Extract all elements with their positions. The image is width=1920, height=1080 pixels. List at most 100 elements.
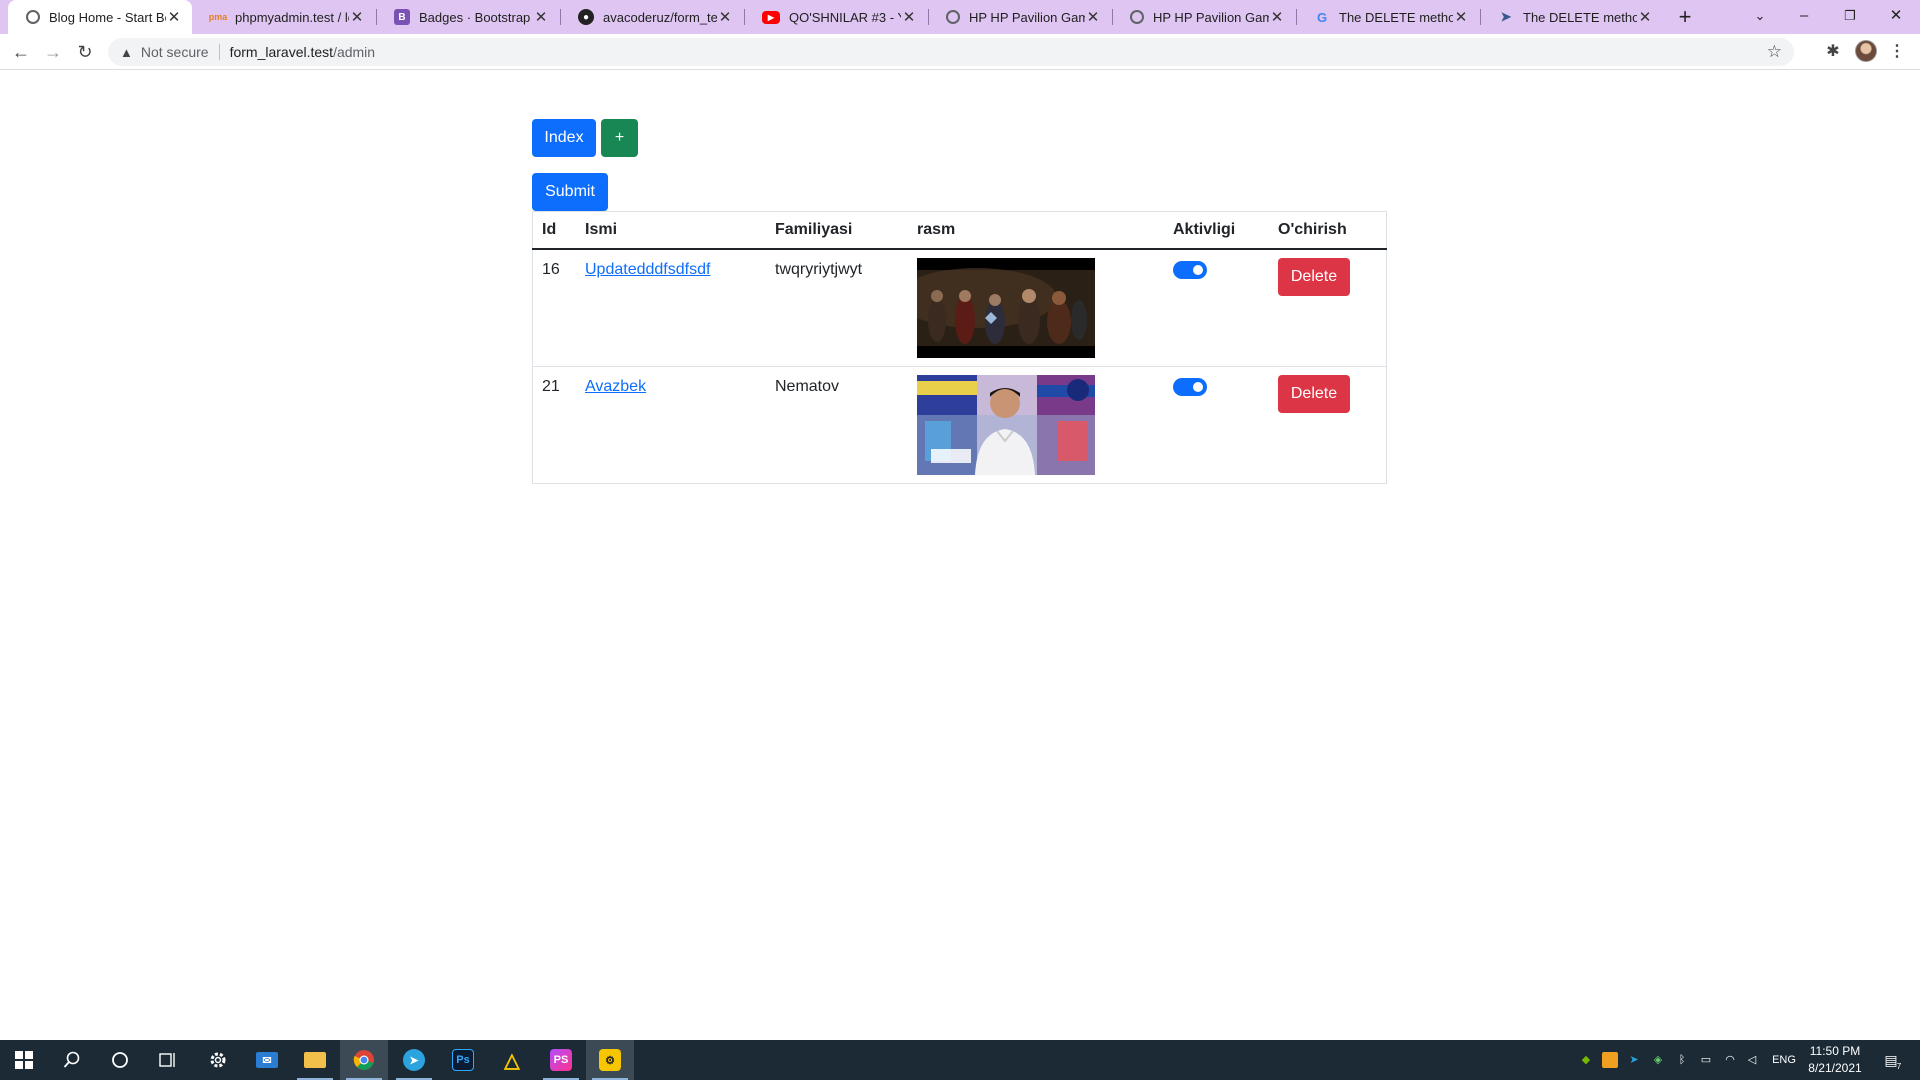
tab-title: HP HP Pavilion Gamin bbox=[1153, 9, 1269, 25]
tab-bootstrap-badges[interactable]: B Badges · Bootstrap v5. ✕ bbox=[376, 0, 559, 34]
close-tab-icon[interactable]: ✕ bbox=[1269, 8, 1285, 26]
bootstrap-icon: B bbox=[394, 9, 410, 25]
browser-toolbar: ← → ↻ ▲ Not secure form_laravel.test /ad… bbox=[0, 34, 1920, 70]
close-tab-icon[interactable]: ✕ bbox=[349, 8, 365, 26]
system-clock[interactable]: 11:50 PM 8/21/2021 bbox=[1800, 1043, 1870, 1077]
openserver-icon[interactable]: ⚙ bbox=[586, 1040, 634, 1080]
cell-id: 21 bbox=[542, 378, 560, 395]
index-button[interactable]: Index bbox=[532, 119, 596, 157]
movie-still-image bbox=[917, 258, 1095, 358]
close-tab-icon[interactable]: ✕ bbox=[533, 8, 549, 26]
forward-icon[interactable]: → bbox=[41, 40, 65, 64]
tab-blog-home[interactable]: Blog Home - Start Boo ✕ bbox=[8, 0, 192, 34]
close-tab-icon[interactable]: ✕ bbox=[1637, 8, 1653, 26]
cortana-icon[interactable] bbox=[96, 1040, 144, 1080]
cell-familiyasi: twqryriytjwyt bbox=[775, 261, 863, 278]
network-app-icon[interactable]: ◈ bbox=[1650, 1052, 1666, 1068]
url-host[interactable]: form_laravel.test bbox=[230, 44, 333, 60]
menu-icon[interactable]: ⋮ bbox=[1886, 41, 1908, 63]
avatar[interactable] bbox=[1855, 40, 1877, 62]
active-toggle[interactable] bbox=[1173, 378, 1207, 396]
globe-icon bbox=[946, 10, 960, 24]
new-tab-icon[interactable]: + bbox=[1671, 3, 1699, 31]
submit-button[interactable]: Submit bbox=[532, 173, 608, 211]
tab-title: The DELETE method is bbox=[1339, 9, 1453, 25]
tab-title: Blog Home - Start Boo bbox=[49, 9, 166, 25]
tab-google-delete[interactable]: G The DELETE method is ✕ bbox=[1296, 0, 1479, 34]
volume-icon[interactable]: ◁ bbox=[1744, 1052, 1760, 1068]
portrait-graphic bbox=[917, 375, 1095, 475]
name-link[interactable]: Updatedddfsdfsdf bbox=[585, 260, 710, 280]
column-header-id: Id bbox=[542, 221, 557, 238]
url-path[interactable]: /admin bbox=[333, 44, 375, 60]
send-icon: ➤ bbox=[1500, 9, 1512, 24]
chrome-icon[interactable] bbox=[340, 1040, 388, 1080]
bookmark-star-icon[interactable]: ☆ bbox=[1767, 42, 1782, 62]
name-link[interactable]: Avazbek bbox=[585, 377, 646, 397]
globe-icon bbox=[26, 10, 40, 24]
delete-button[interactable]: Delete bbox=[1278, 375, 1350, 413]
close-window-icon[interactable]: ✕ bbox=[1874, 0, 1918, 34]
file-explorer-icon[interactable] bbox=[291, 1040, 339, 1080]
tab-title: avacoderuz/form_test bbox=[603, 9, 717, 25]
column-header-ochirish: O'chirish bbox=[1278, 221, 1347, 238]
column-header-ismi: Ismi bbox=[585, 221, 618, 238]
search-icon[interactable] bbox=[48, 1040, 96, 1080]
row-divider bbox=[532, 366, 1387, 367]
close-tab-icon[interactable]: ✕ bbox=[166, 8, 182, 26]
close-tab-icon[interactable]: ✕ bbox=[1453, 8, 1469, 26]
nvidia-icon[interactable]: ◆ bbox=[1578, 1052, 1594, 1068]
language-indicator[interactable]: ENG bbox=[1772, 1052, 1796, 1068]
extensions-icon[interactable]: ✱ bbox=[1822, 41, 1844, 63]
tab-hp-pavilion-2[interactable]: HP HP Pavilion Gamin ✕ bbox=[1112, 0, 1295, 34]
task-view-icon[interactable] bbox=[144, 1040, 192, 1080]
tab-hp-pavilion-1[interactable]: HP HP Pavilion Gamin ✕ bbox=[928, 0, 1111, 34]
start-icon[interactable] bbox=[0, 1040, 48, 1080]
google-icon: G bbox=[1316, 9, 1328, 25]
bluetooth-icon[interactable]: ᛒ bbox=[1674, 1052, 1690, 1068]
battery-icon[interactable]: ▭ bbox=[1698, 1052, 1714, 1068]
settings-icon[interactable] bbox=[194, 1040, 242, 1080]
tab-delete-method[interactable]: ➤ The DELETE method is ✕ bbox=[1480, 0, 1663, 34]
tab-strip: Blog Home - Start Boo ✕ pma phpmyadmin.t… bbox=[0, 0, 1920, 34]
tab-phpmyadmin[interactable]: pma phpmyadmin.test / loc ✕ bbox=[192, 0, 375, 34]
address-bar[interactable]: ▲ Not secure form_laravel.test /admin ☆ bbox=[108, 38, 1794, 66]
close-tab-icon[interactable]: ✕ bbox=[717, 8, 733, 26]
archicad-icon[interactable]: △ bbox=[488, 1040, 536, 1080]
warning-icon[interactable]: ▲ bbox=[120, 45, 133, 60]
table-header-divider bbox=[532, 248, 1387, 250]
minimize-icon[interactable]: – bbox=[1782, 0, 1826, 34]
reload-icon[interactable]: ↻ bbox=[73, 40, 97, 64]
active-toggle[interactable] bbox=[1173, 261, 1207, 279]
phpmyadmin-icon: pma bbox=[208, 12, 228, 22]
wifi-icon[interactable]: ◠ bbox=[1722, 1052, 1738, 1068]
tab-title: phpmyadmin.test / loc bbox=[235, 9, 349, 25]
clock-date: 8/21/2021 bbox=[1808, 1061, 1862, 1075]
phpstorm-icon[interactable]: PS bbox=[537, 1040, 585, 1080]
close-tab-icon[interactable]: ✕ bbox=[1085, 8, 1101, 26]
youtube-icon: ▶ bbox=[762, 10, 780, 24]
column-header-aktivligi: Aktivligi bbox=[1173, 221, 1236, 238]
notification-count: 7 bbox=[1896, 1062, 1902, 1071]
photoshop-icon[interactable]: Ps bbox=[439, 1040, 487, 1080]
tab-youtube[interactable]: ▶ QO'SHNILAR #3 - You ✕ bbox=[744, 0, 927, 34]
tab-title: QO'SHNILAR #3 - You bbox=[789, 9, 901, 25]
clock-time: 11:50 PM bbox=[1809, 1044, 1861, 1058]
add-button[interactable]: + bbox=[601, 119, 638, 157]
close-tab-icon[interactable]: ✕ bbox=[901, 8, 917, 26]
delete-button[interactable]: Delete bbox=[1278, 258, 1350, 296]
tab-search-icon[interactable]: ⌄ bbox=[1738, 0, 1782, 34]
restore-icon[interactable]: ❐ bbox=[1828, 0, 1872, 34]
security-label[interactable]: Not secure bbox=[141, 44, 209, 60]
movie-still-graphic bbox=[917, 258, 1095, 358]
telegram-tray-icon[interactable]: ➤ bbox=[1626, 1052, 1642, 1068]
cell-id: 16 bbox=[542, 261, 560, 278]
tray-app-icon[interactable] bbox=[1602, 1052, 1618, 1068]
globe-icon bbox=[1130, 10, 1144, 24]
mail-icon[interactable]: ✉ bbox=[243, 1040, 291, 1080]
tab-github[interactable]: ● avacoderuz/form_test ✕ bbox=[560, 0, 743, 34]
tab-title: HP HP Pavilion Gamin bbox=[969, 9, 1085, 25]
portrait-image bbox=[917, 375, 1095, 475]
back-icon[interactable]: ← bbox=[9, 40, 33, 64]
telegram-icon[interactable]: ➤ bbox=[390, 1040, 438, 1080]
